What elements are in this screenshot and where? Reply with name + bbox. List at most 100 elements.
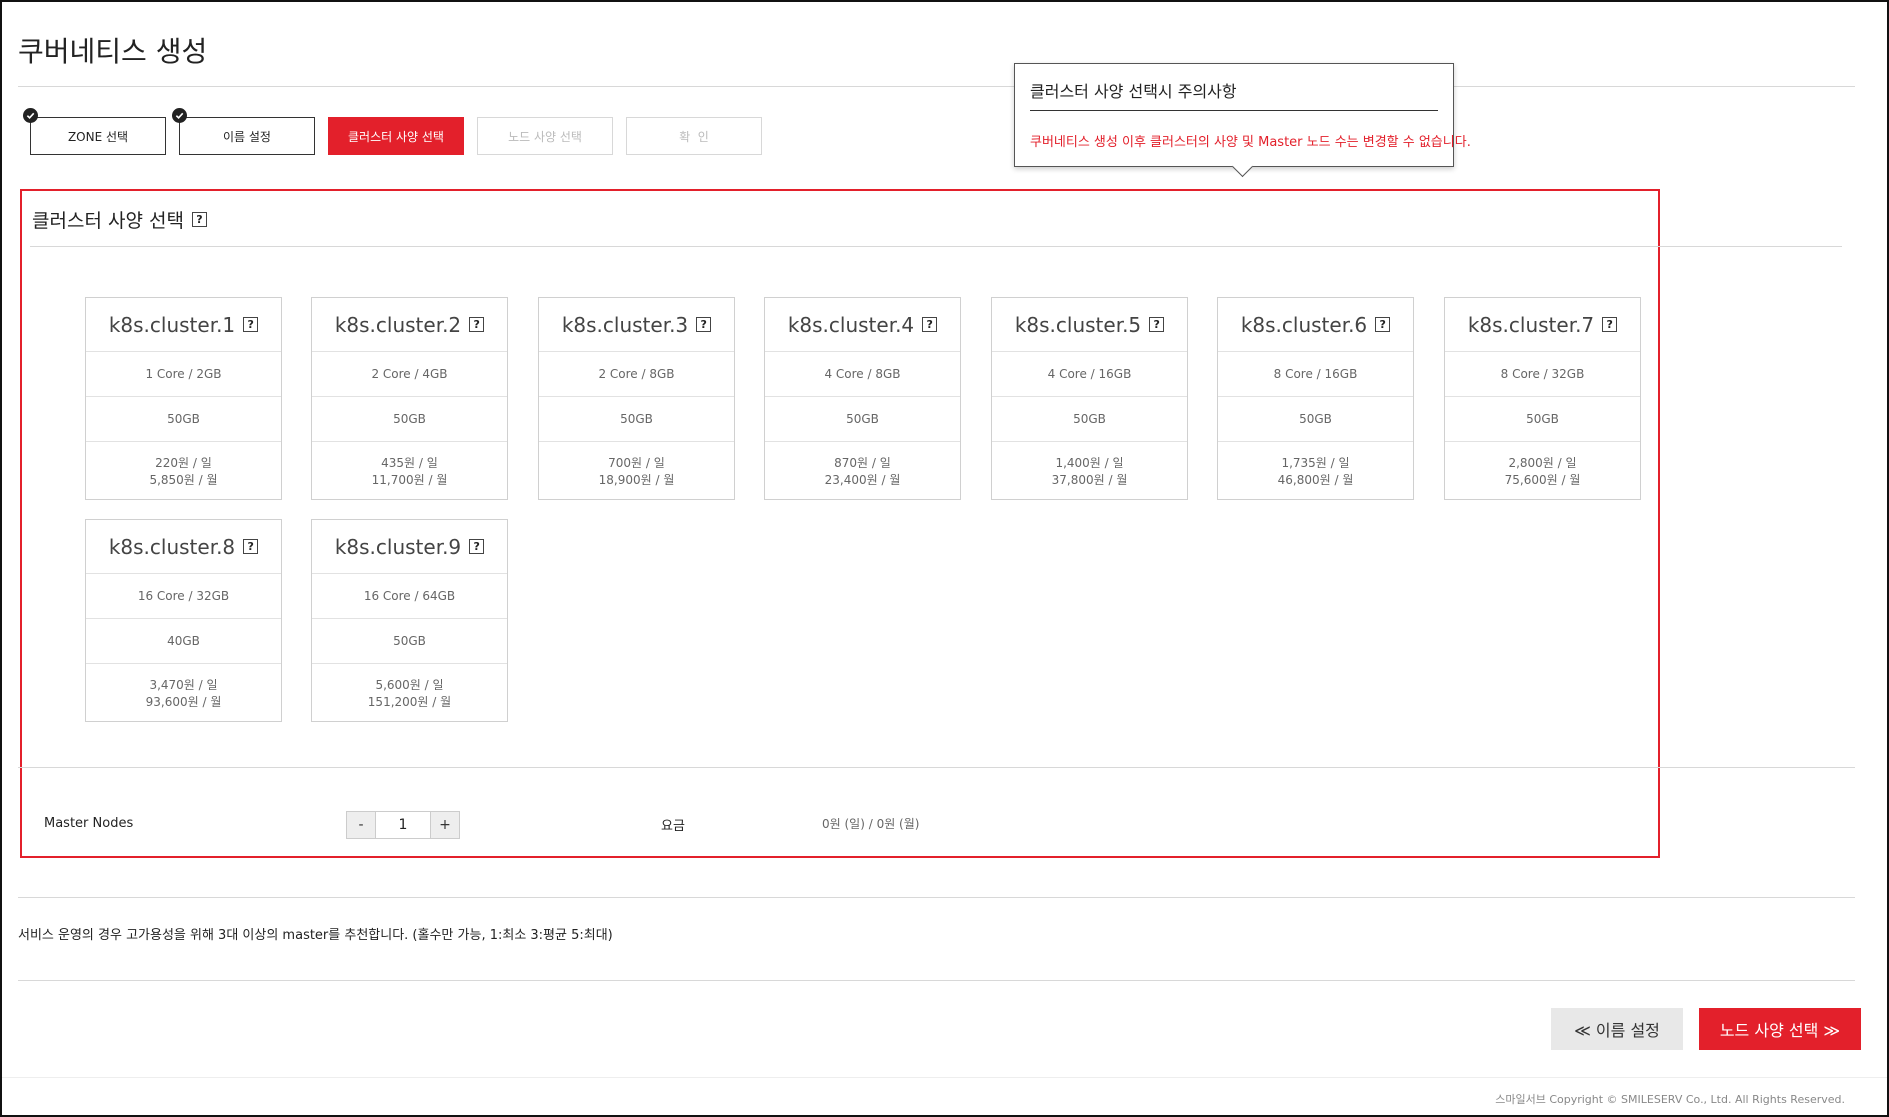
- tooltip-divider: [1030, 110, 1438, 111]
- cluster-name-text: k8s.cluster.1: [108, 312, 236, 337]
- master-nodes-input[interactable]: 1: [375, 812, 431, 838]
- help-icon[interactable]: ?: [1602, 317, 1618, 332]
- price-month: 93,600원 / 월: [145, 695, 222, 709]
- cluster-spec: 16 Core / 32GB: [86, 574, 281, 619]
- step-node-spec: 노드 사양 선택: [477, 117, 613, 155]
- tooltip-arrow: [1231, 155, 1254, 178]
- notice-divider-top: [18, 897, 1855, 898]
- cluster-spec: 2 Core / 4GB: [312, 352, 507, 397]
- cluster-card[interactable]: k8s.cluster.7? 8 Core / 32GB 50GB 2,800원…: [1444, 297, 1641, 500]
- cluster-disk: 50GB: [1445, 397, 1640, 442]
- cluster-card[interactable]: k8s.cluster.6? 8 Core / 16GB 50GB 1,735원…: [1217, 297, 1414, 500]
- cluster-price: 1,400원 / 일 37,800원 / 월: [992, 442, 1187, 502]
- master-nodes-stepper: - 1 +: [346, 811, 460, 839]
- cluster-card[interactable]: k8s.cluster.4? 4 Core / 8GB 50GB 870원 / …: [764, 297, 961, 500]
- cluster-card[interactable]: k8s.cluster.1? 1 Core / 2GB 50GB 220원 / …: [85, 297, 282, 500]
- step-label: ZONE 선택: [67, 129, 129, 144]
- step-name[interactable]: 이름 설정: [172, 108, 315, 155]
- cluster-disk: 40GB: [86, 619, 281, 664]
- cluster-spec: 1 Core / 2GB: [86, 352, 281, 397]
- cluster-name: k8s.cluster.3?: [539, 298, 734, 352]
- footer-copyright: 스마일서브 Copyright © SMILESERV Co., Ltd. Al…: [1495, 1093, 1845, 1106]
- cluster-name-text: k8s.cluster.3: [561, 312, 689, 337]
- cluster-card[interactable]: k8s.cluster.9? 16 Core / 64GB 50GB 5,600…: [311, 519, 508, 722]
- section-title: 클러스터 사양 선택 ?: [32, 206, 207, 233]
- price-day: 435원 / 일: [381, 456, 438, 470]
- step-cluster-spec[interactable]: 클러스터 사양 선택: [328, 117, 464, 155]
- cluster-name: k8s.cluster.7?: [1445, 298, 1640, 352]
- price-day: 220원 / 일: [155, 456, 212, 470]
- cluster-spec: 8 Core / 16GB: [1218, 352, 1413, 397]
- cluster-price: 3,470원 / 일 93,600원 / 월: [86, 664, 281, 724]
- cluster-name: k8s.cluster.6?: [1218, 298, 1413, 352]
- price-day: 3,470원 / 일: [149, 678, 218, 692]
- price-day: 2,800원 / 일: [1508, 456, 1577, 470]
- fee-label: 요금: [661, 819, 685, 834]
- page-title: 쿠버네티스 생성: [18, 35, 208, 68]
- cluster-name-text: k8s.cluster.6: [1240, 312, 1368, 337]
- cluster-card[interactable]: k8s.cluster.5? 4 Core / 16GB 50GB 1,400원…: [991, 297, 1188, 500]
- help-icon[interactable]: ?: [922, 317, 938, 332]
- cluster-disk: 50GB: [539, 397, 734, 442]
- help-icon[interactable]: ?: [191, 212, 207, 227]
- help-icon[interactable]: ?: [1375, 317, 1391, 332]
- decrement-button[interactable]: -: [347, 812, 375, 838]
- price-month: 5,850원 / 월: [149, 473, 218, 487]
- cluster-spec: 2 Core / 8GB: [539, 352, 734, 397]
- prev-button[interactable]: ≪ 이름 설정: [1551, 1008, 1683, 1050]
- cluster-price: 700원 / 일 18,900원 / 월: [539, 442, 734, 502]
- price-month: 11,700원 / 월: [371, 473, 448, 487]
- cluster-name-text: k8s.cluster.9: [334, 534, 462, 559]
- price-day: 700원 / 일: [608, 456, 665, 470]
- section-title-text: 클러스터 사양 선택: [32, 210, 184, 232]
- cluster-name-text: k8s.cluster.2: [334, 312, 462, 337]
- footer-divider: [2, 1077, 1887, 1078]
- cluster-name-text: k8s.cluster.7: [1467, 312, 1595, 337]
- cluster-name: k8s.cluster.2?: [312, 298, 507, 352]
- check-icon: [172, 108, 187, 123]
- help-icon[interactable]: ?: [243, 317, 259, 332]
- master-nodes-label: Master Nodes: [44, 816, 134, 831]
- cluster-disk: 50GB: [312, 397, 507, 442]
- cluster-disk: 50GB: [312, 619, 507, 664]
- help-icon[interactable]: ?: [696, 317, 712, 332]
- cluster-name: k8s.cluster.9?: [312, 520, 507, 574]
- cluster-card[interactable]: k8s.cluster.8? 16 Core / 32GB 40GB 3,470…: [85, 519, 282, 722]
- cluster-card[interactable]: k8s.cluster.3? 2 Core / 8GB 50GB 700원 / …: [538, 297, 735, 500]
- price-day: 1,400원 / 일: [1055, 456, 1124, 470]
- help-icon[interactable]: ?: [469, 317, 485, 332]
- next-button[interactable]: 노드 사양 선택 ≫: [1699, 1008, 1861, 1050]
- cluster-disk: 50GB: [992, 397, 1187, 442]
- step-zone[interactable]: ZONE 선택: [23, 108, 166, 155]
- help-icon[interactable]: ?: [1149, 317, 1165, 332]
- help-icon[interactable]: ?: [243, 539, 259, 554]
- price-day: 870원 / 일: [834, 456, 891, 470]
- cluster-disk: 50GB: [86, 397, 281, 442]
- price-day: 5,600원 / 일: [375, 678, 444, 692]
- step-label: 클러스터 사양 선택: [348, 129, 444, 144]
- cluster-name: k8s.cluster.5?: [992, 298, 1187, 352]
- help-icon[interactable]: ?: [469, 539, 485, 554]
- cluster-price: 870원 / 일 23,400원 / 월: [765, 442, 960, 502]
- price-month: 23,400원 / 월: [824, 473, 901, 487]
- fee-value: 0원 (일) / 0원 (월): [822, 817, 920, 831]
- cluster-name: k8s.cluster.4?: [765, 298, 960, 352]
- step-label: 확 인: [679, 129, 709, 144]
- price-month: 75,600원 / 월: [1504, 473, 1581, 487]
- step-label: 이름 설정: [223, 129, 271, 144]
- price-month: 151,200원 / 월: [367, 695, 452, 709]
- caution-tooltip: 클러스터 사양 선택시 주의사항 쿠버네티스 생성 이후 클러스터의 사양 및 …: [1014, 63, 1471, 178]
- price-month: 46,800원 / 월: [1277, 473, 1354, 487]
- increment-button[interactable]: +: [431, 812, 459, 838]
- cluster-name: k8s.cluster.1?: [86, 298, 281, 352]
- price-month: 18,900원 / 월: [598, 473, 675, 487]
- master-notice: 서비스 운영의 경우 고가용성을 위해 3대 이상의 master를 추천합니다…: [18, 928, 613, 943]
- cluster-price: 1,735원 / 일 46,800원 / 월: [1218, 442, 1413, 502]
- cluster-price: 5,600원 / 일 151,200원 / 월: [312, 664, 507, 724]
- master-divider: [18, 767, 1855, 768]
- cluster-spec: 16 Core / 64GB: [312, 574, 507, 619]
- cluster-name-text: k8s.cluster.8: [108, 534, 236, 559]
- cluster-name-text: k8s.cluster.5: [1014, 312, 1142, 337]
- notice-divider-bottom: [18, 980, 1855, 981]
- cluster-card[interactable]: k8s.cluster.2? 2 Core / 4GB 50GB 435원 / …: [311, 297, 508, 500]
